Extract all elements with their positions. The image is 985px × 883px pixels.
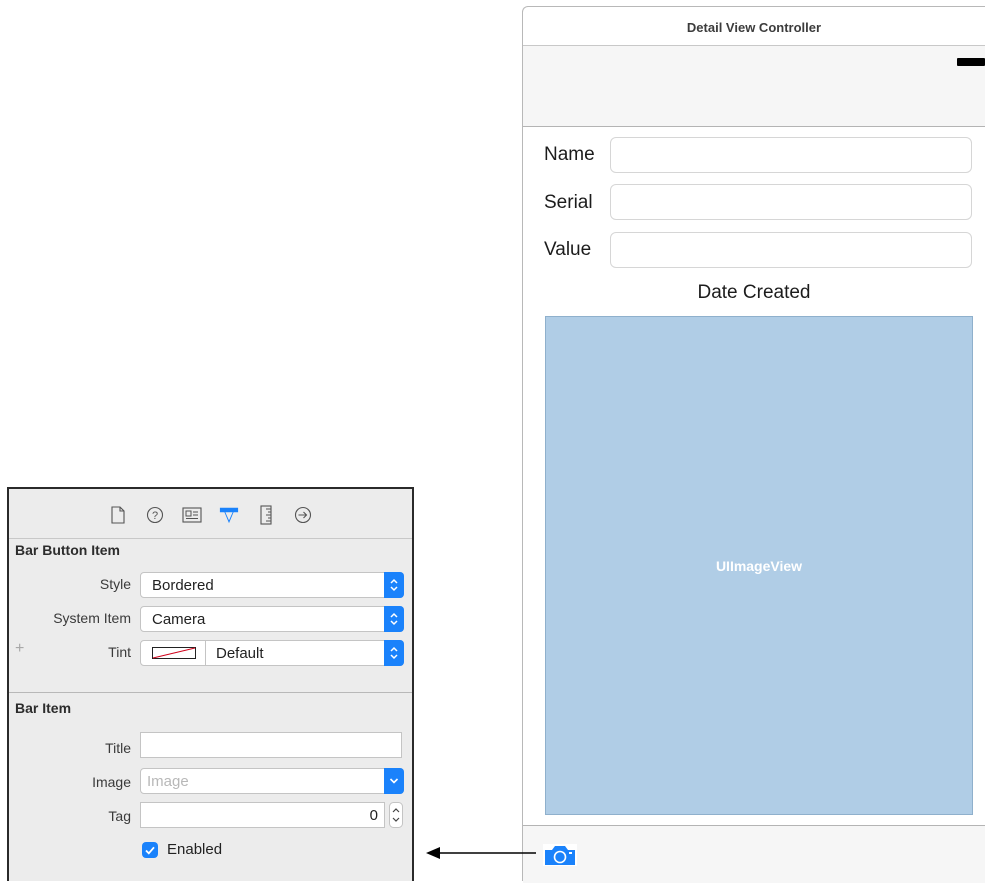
enabled-label: Enabled xyxy=(167,841,223,858)
attributes-inspector: ? Bar Button Item Style Bordered System … xyxy=(7,487,414,881)
size-icon[interactable] xyxy=(256,504,276,526)
name-field[interactable] xyxy=(610,137,972,173)
up-down-chevron-icon xyxy=(384,606,404,632)
image-view[interactable]: UIImageView xyxy=(545,316,973,815)
checkmark-icon xyxy=(145,846,155,855)
toolbar xyxy=(523,825,985,883)
camera-button[interactable] xyxy=(543,844,577,866)
date-created-label: Date Created xyxy=(697,282,811,303)
color-swatch-none-icon xyxy=(152,647,196,659)
tag-field[interactable]: 0 xyxy=(140,802,385,828)
tint-popup[interactable]: Default xyxy=(140,640,404,666)
image-view-label: UIImageView xyxy=(715,557,803,574)
title-field[interactable] xyxy=(140,732,402,758)
bar-item-header: Bar Item xyxy=(15,700,72,716)
image-label: Image xyxy=(92,774,131,790)
battery-icon xyxy=(957,58,985,66)
system-item-label: System Item xyxy=(53,610,131,626)
system-item-popup[interactable]: Camera xyxy=(140,606,404,632)
style-value: Bordered xyxy=(152,577,214,594)
view-controller-scene: Detail View Controller Name Serial Value… xyxy=(522,6,985,883)
image-placeholder: Image xyxy=(147,773,189,790)
style-popup[interactable]: Bordered xyxy=(140,572,404,598)
chevron-down-icon xyxy=(384,768,404,794)
up-down-chevron-icon xyxy=(384,572,404,598)
image-combo[interactable]: Image xyxy=(140,768,404,794)
identity-icon[interactable] xyxy=(182,504,202,526)
inspector-tab-bar: ? xyxy=(9,489,412,539)
tag-stepper[interactable] xyxy=(389,802,403,828)
tint-value: Default xyxy=(216,645,264,662)
serial-field[interactable] xyxy=(610,184,972,220)
connection-arrow xyxy=(426,847,536,859)
file-icon[interactable] xyxy=(108,504,128,526)
name-label: Name xyxy=(544,144,595,165)
tag-label: Tag xyxy=(108,808,131,824)
tint-separator xyxy=(205,641,206,665)
quick-help-icon[interactable]: ? xyxy=(145,504,165,526)
serial-label: Serial xyxy=(544,192,593,213)
section-divider xyxy=(9,692,412,693)
up-down-chevron-icon xyxy=(384,640,404,666)
value-label: Value xyxy=(544,239,592,260)
navigation-bar-area xyxy=(523,46,985,127)
tag-value: 0 xyxy=(369,807,378,824)
connections-icon[interactable] xyxy=(293,504,313,526)
scene-title: Detail View Controller xyxy=(523,7,985,46)
bar-button-item-header: Bar Button Item xyxy=(15,542,120,558)
style-label: Style xyxy=(99,576,131,592)
enabled-checkbox[interactable] xyxy=(142,842,158,858)
attributes-icon[interactable] xyxy=(219,504,239,526)
svg-text:?: ? xyxy=(152,510,158,522)
title-label: Title xyxy=(105,740,131,756)
system-item-value: Camera xyxy=(152,611,206,628)
value-field[interactable] xyxy=(610,232,972,268)
tint-label: Tint xyxy=(108,644,131,660)
camera-icon xyxy=(543,844,577,866)
